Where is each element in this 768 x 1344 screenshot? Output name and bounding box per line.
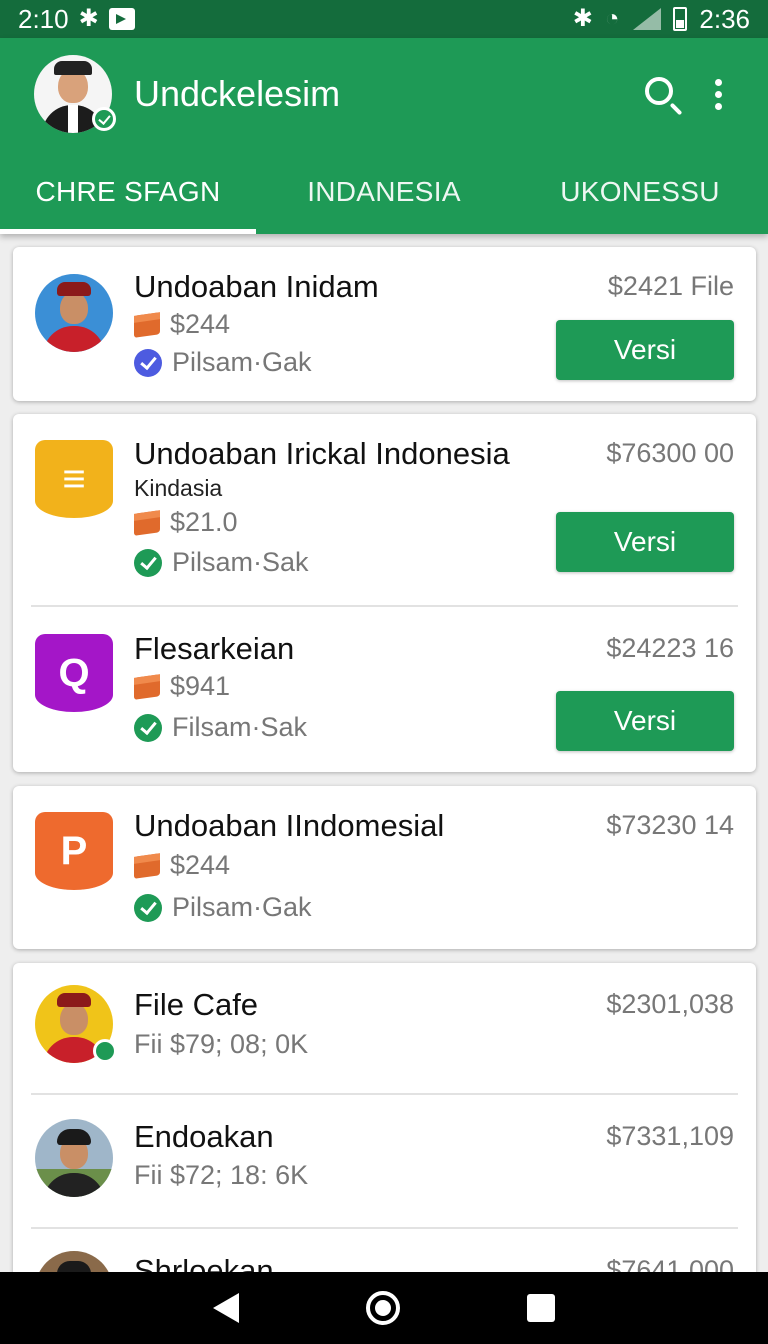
check-circle-icon (134, 893, 162, 922)
versi-button[interactable]: Versi (556, 512, 734, 572)
list-item[interactable]: Shrloekan $7641 000 (13, 1229, 756, 1272)
list-item[interactable]: File Cafe $2301,038 Fii $79; 08; 0K (13, 963, 756, 1093)
cube-icon (134, 852, 160, 879)
item-status: Pilsam·Gak (134, 892, 312, 923)
home-icon[interactable] (365, 1291, 400, 1325)
wifi-icon: ◔ (604, 5, 620, 32)
list-icon: ≡ (35, 440, 113, 518)
status-time-left: 2:10 (18, 3, 69, 34)
check-circle-icon (134, 348, 162, 377)
item-status: Pilsam·Gak (134, 347, 312, 378)
list-item[interactable]: Undoaban Inidam $2421 File $244 Pilsam·G… (13, 247, 756, 401)
verified-badge-icon (93, 1039, 117, 1063)
list-card: File Cafe $2301,038 Fii $79; 08; 0K Endo… (13, 963, 756, 1272)
status-time-right: 2:36 (699, 3, 750, 34)
check-circle-icon (134, 713, 162, 742)
item-amount: $21.0 (134, 507, 238, 538)
item-title: Undoaban Inidam (134, 269, 379, 304)
item-status-text: Pilsam·Gak (172, 347, 312, 377)
item-price: $2421 File (607, 271, 734, 301)
item-amount-text: $244 (170, 850, 231, 880)
item-title: Shrloekan (134, 1253, 274, 1272)
bluetooth-icon: ✱ (78, 5, 99, 32)
list-card: ≡ Undoaban Irickal Indonesia $76300 00 K… (13, 414, 756, 772)
item-title: Endoakan (134, 1119, 274, 1154)
item-status-text: Filsam·Sak (172, 712, 308, 742)
item-amount: $244 (134, 309, 230, 340)
item-title: File Cafe (134, 987, 259, 1022)
signal-icon (631, 8, 662, 30)
list-item[interactable]: Q Flesarkeian $24223 16 $941 Filsam·Sak … (13, 607, 756, 772)
item-avatar (35, 1251, 113, 1272)
item-amount: $941 (134, 671, 230, 702)
item-price: $7641 000 (606, 1255, 734, 1272)
item-status-text: Pilsam·Gak (172, 892, 312, 922)
item-status-text: Pilsam·Sak (172, 547, 309, 577)
list-card: P Undoaban IIndomesial $73230 14 $244 Pi… (13, 786, 756, 949)
item-price: $73230 14 (606, 810, 734, 840)
item-amount-text: $941 (170, 671, 231, 701)
tab-indanesia[interactable]: INDANESIA (256, 150, 512, 234)
versi-button[interactable]: Versi (556, 691, 734, 751)
more-vert-icon (714, 78, 722, 110)
item-avatar (35, 985, 117, 1063)
system-nav-bar (0, 1272, 768, 1344)
item-amount-text: $244 (170, 309, 231, 339)
item-amount-text: $21.0 (170, 507, 238, 537)
recent-apps-icon[interactable] (526, 1294, 555, 1322)
bluetooth-icon: ✱ (572, 5, 593, 32)
cube-icon (134, 673, 160, 700)
tab-bar: CHRE SFAGN INDANESIA UKONESSU (0, 150, 768, 234)
cube-icon (134, 311, 160, 338)
notification-icon (108, 8, 135, 30)
item-title: Flesarkeian (134, 631, 295, 666)
list-item[interactable]: ≡ Undoaban Irickal Indonesia $76300 00 K… (13, 414, 756, 606)
item-status: Pilsam·Sak (134, 547, 309, 578)
app-bar: Undckelesim CHRE SFAGN INDANESIA UKONESS… (0, 38, 768, 234)
cube-icon (134, 509, 160, 536)
list-card: Undoaban Inidam $2421 File $244 Pilsam·G… (13, 247, 756, 401)
q-app-icon: Q (35, 634, 113, 712)
versi-button[interactable]: Versi (556, 320, 734, 380)
battery-icon (673, 7, 688, 31)
item-status: Filsam·Sak (134, 712, 307, 743)
check-circle-icon (134, 548, 162, 577)
app-title: Undckelesim (134, 73, 341, 114)
item-subtitle: Kindasia (134, 475, 223, 501)
item-price: $7331,109 (606, 1121, 734, 1151)
item-amount: $244 (134, 850, 230, 881)
verified-badge-icon (92, 107, 116, 131)
tab-chre-sfagn[interactable]: CHRE SFAGN (0, 150, 256, 234)
item-title: Undoaban Irickal Indonesia (134, 436, 510, 471)
item-detail: Fii $72; 18: 6K (134, 1160, 309, 1190)
status-bar: 2:10 ✱ ✱ ◔ 2:36 (0, 0, 768, 38)
item-avatar (35, 1119, 113, 1197)
item-title: Undoaban IIndomesial (134, 808, 445, 843)
item-price: $24223 16 (606, 633, 734, 663)
overflow-menu-button[interactable] (690, 66, 746, 122)
item-price: $76300 00 (606, 438, 734, 468)
search-icon (645, 77, 673, 105)
item-price: $2301,038 (606, 989, 734, 1019)
p-app-icon: P (35, 812, 113, 890)
search-button[interactable] (634, 66, 690, 122)
tab-ukonessu[interactable]: UKONESSU (512, 150, 768, 234)
list-item[interactable]: Endoakan $7331,109 Fii $72; 18: 6K (13, 1095, 756, 1227)
list-item[interactable]: P Undoaban IIndomesial $73230 14 $244 Pi… (13, 786, 756, 949)
item-avatar (35, 274, 113, 352)
content-list[interactable]: Undoaban Inidam $2421 File $244 Pilsam·G… (0, 234, 768, 1272)
profile-avatar[interactable] (34, 55, 116, 133)
item-detail: Fii $79; 08; 0K (134, 1029, 309, 1059)
back-icon[interactable] (213, 1293, 240, 1323)
